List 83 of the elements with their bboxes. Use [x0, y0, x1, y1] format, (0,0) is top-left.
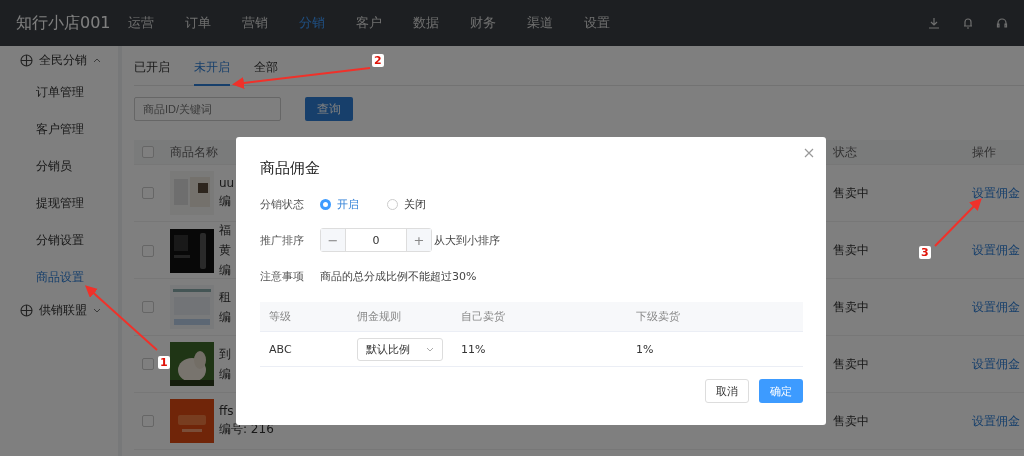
nav-item[interactable]: 营销: [242, 14, 299, 32]
checkbox[interactable]: [142, 244, 154, 257]
note-text: 商品的总分成比例不能超过30%: [320, 268, 477, 284]
set-commission-link[interactable]: 设置佣金: [972, 355, 1020, 373]
table-cell: 1%: [636, 342, 654, 356]
nav-item[interactable]: 财务: [470, 14, 527, 32]
sidebar-item[interactable]: 客户管理: [0, 111, 118, 148]
nav-item[interactable]: 分销: [299, 14, 356, 32]
store-name: 知行小店001: [16, 12, 112, 34]
group-icon: [20, 303, 33, 317]
status-text: 售卖中: [832, 184, 869, 202]
field-label: 推广排序: [260, 232, 305, 248]
nav-item[interactable]: 数据: [413, 14, 470, 32]
column-header: 下级卖货: [636, 309, 680, 324]
caret-up-icon: [93, 57, 101, 63]
product-code: 编: [219, 262, 231, 279]
radio-option[interactable]: 开启: [320, 196, 359, 212]
bell-icon[interactable]: [962, 17, 974, 29]
dialog-title: 商品佣金: [260, 159, 321, 178]
close-icon[interactable]: [804, 148, 814, 158]
column-header: 等级: [269, 309, 291, 324]
headset-icon[interactable]: [996, 17, 1008, 29]
sidebar-item[interactable]: 商品设置: [0, 259, 118, 296]
radio-option[interactable]: 关闭: [387, 196, 426, 212]
field-label: 分销状态: [260, 196, 305, 212]
field-label: 注意事项: [260, 268, 305, 284]
checkbox[interactable]: [142, 301, 154, 313]
group-icon: [20, 53, 33, 67]
checkbox[interactable]: [142, 358, 154, 370]
column-header: 商品名称: [170, 143, 218, 161]
annotation-number: 2: [372, 54, 384, 67]
caret-down-icon: [426, 346, 434, 352]
checkbox[interactable]: [142, 415, 154, 427]
number-stepper[interactable]: − 0 +: [320, 228, 432, 252]
checkbox[interactable]: [142, 187, 154, 199]
nav-item[interactable]: 渠道: [527, 14, 584, 32]
product-code: 编: [219, 193, 231, 210]
tab[interactable]: 已开启: [134, 56, 170, 86]
status-text: 售卖中: [832, 355, 869, 373]
nav-item[interactable]: 客户: [356, 14, 413, 32]
set-commission-link[interactable]: 设置佣金: [972, 298, 1020, 316]
checkbox[interactable]: [142, 146, 154, 158]
sidebar-group[interactable]: 全民分销: [0, 46, 118, 74]
product-name: ffs: [219, 404, 234, 418]
product-name: uu: [219, 176, 235, 190]
product-name: 福: [219, 222, 231, 239]
set-commission-link[interactable]: 设置佣金: [972, 412, 1020, 430]
search-button[interactable]: 查询: [305, 97, 353, 121]
column-header: 佣金规则: [357, 309, 401, 324]
sidebar-item[interactable]: 分销设置: [0, 222, 118, 259]
status-text: 售卖中: [832, 412, 869, 430]
caret-down-icon: [93, 307, 101, 313]
nav-item[interactable]: 设置: [584, 14, 641, 32]
column-header: 自己卖货: [461, 309, 505, 324]
nav-item[interactable]: 订单: [185, 14, 242, 32]
set-commission-link[interactable]: 设置佣金: [972, 242, 1020, 259]
annotation-number: 3: [919, 246, 931, 259]
tab[interactable]: 未开启: [194, 56, 230, 86]
rule-select[interactable]: 默认比例: [357, 337, 443, 361]
nav-item[interactable]: 运营: [128, 14, 185, 32]
confirm-button[interactable]: 确定: [759, 379, 803, 403]
product-name: 租: [219, 288, 231, 306]
cancel-button[interactable]: 取消: [705, 379, 749, 403]
search-field[interactable]: 商品ID/关键词: [134, 97, 281, 121]
sidebar-item[interactable]: 提现管理: [0, 185, 118, 222]
tab[interactable]: 全部: [254, 56, 278, 86]
sidebar-group[interactable]: 供销联盟: [0, 296, 118, 324]
column-header: 操作: [972, 143, 996, 161]
product-name: 到: [219, 345, 231, 363]
sidebar-item[interactable]: 分销员: [0, 148, 118, 185]
status-text: 售卖中: [832, 298, 869, 316]
product-name: 黄: [219, 242, 231, 259]
annotation-number: 1: [158, 356, 170, 369]
column-header: 状态: [832, 143, 857, 161]
status-text: 售卖中: [832, 242, 869, 259]
table-cell: ABC: [269, 342, 292, 356]
sidebar-item[interactable]: 订单管理: [0, 74, 118, 111]
set-commission-link[interactable]: 设置佣金: [972, 184, 1020, 202]
table-cell: 11%: [461, 342, 486, 356]
product-code: 编: [219, 365, 231, 383]
download-icon[interactable]: [928, 17, 940, 29]
product-code: 编: [219, 308, 231, 326]
sort-hint: 从大到小排序: [434, 232, 500, 248]
